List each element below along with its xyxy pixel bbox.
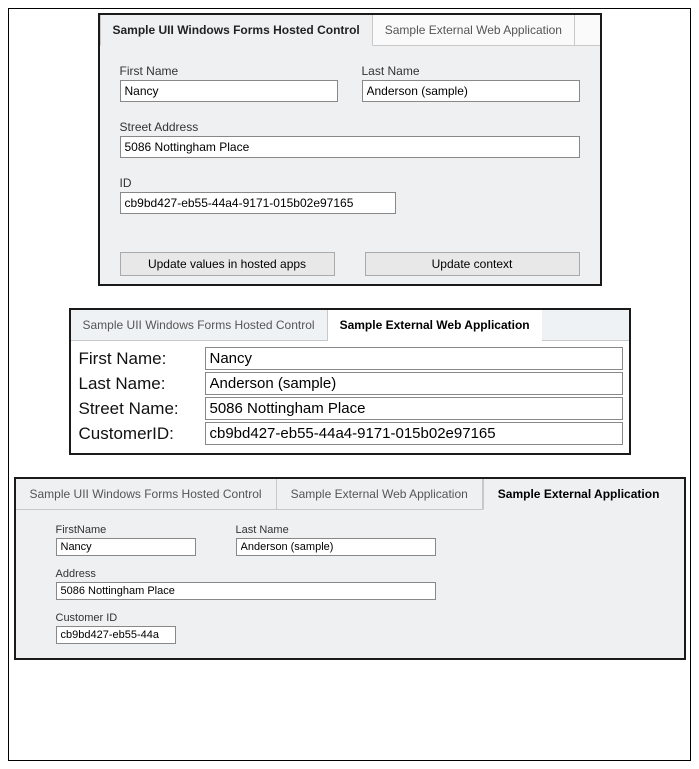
customer-id-field[interactable] — [205, 422, 623, 445]
update-context-button[interactable]: Update context — [365, 252, 580, 276]
tab-hosted-control[interactable]: Sample UII Windows Forms Hosted Control — [100, 15, 373, 46]
first-name-field[interactable] — [56, 538, 196, 556]
first-name-label: First Name — [120, 64, 338, 78]
panel-external-app: Sample UII Windows Forms Hosted Control … — [14, 477, 686, 660]
tab-external-web[interactable]: Sample External Web Application — [328, 310, 542, 341]
last-name-label: Last Name: — [77, 374, 205, 394]
last-name-label: Last Name — [362, 64, 580, 78]
last-name-field[interactable] — [362, 80, 580, 102]
customer-id-label: CustomerID: — [77, 424, 205, 444]
tab-hosted-control[interactable]: Sample UII Windows Forms Hosted Control — [71, 310, 328, 341]
last-name-field[interactable] — [236, 538, 436, 556]
first-name-label: First Name: — [77, 349, 205, 369]
customer-id-label: Customer ID — [56, 612, 176, 624]
street-name-label: Street Name: — [77, 399, 205, 419]
tabs: Sample UII Windows Forms Hosted Control … — [16, 479, 684, 510]
street-address-field[interactable] — [120, 136, 580, 158]
panel-hosted-control: Sample UII Windows Forms Hosted Control … — [98, 13, 602, 286]
id-field[interactable] — [120, 192, 396, 214]
id-label: ID — [120, 176, 396, 190]
first-name-field[interactable] — [205, 347, 623, 370]
tabs: Sample UII Windows Forms Hosted Control … — [100, 15, 600, 46]
tab-external-app[interactable]: Sample External Application — [483, 479, 674, 510]
tab-external-web[interactable]: Sample External Web Application — [277, 479, 483, 510]
address-field[interactable] — [56, 582, 436, 600]
tab-hosted-control[interactable]: Sample UII Windows Forms Hosted Control — [16, 479, 277, 510]
address-label: Address — [56, 568, 436, 580]
first-name-label: FirstName — [56, 524, 196, 536]
street-address-label: Street Address — [120, 120, 580, 134]
customer-id-field[interactable] — [56, 626, 176, 644]
tab-external-web[interactable]: Sample External Web Application — [373, 15, 575, 46]
first-name-field[interactable] — [120, 80, 338, 102]
panel-external-web: Sample UII Windows Forms Hosted Control … — [69, 308, 631, 455]
last-name-label: Last Name — [236, 524, 436, 536]
street-name-field[interactable] — [205, 397, 623, 420]
tabs: Sample UII Windows Forms Hosted Control … — [71, 310, 629, 341]
update-hosted-apps-button[interactable]: Update values in hosted apps — [120, 252, 335, 276]
last-name-field[interactable] — [205, 372, 623, 395]
